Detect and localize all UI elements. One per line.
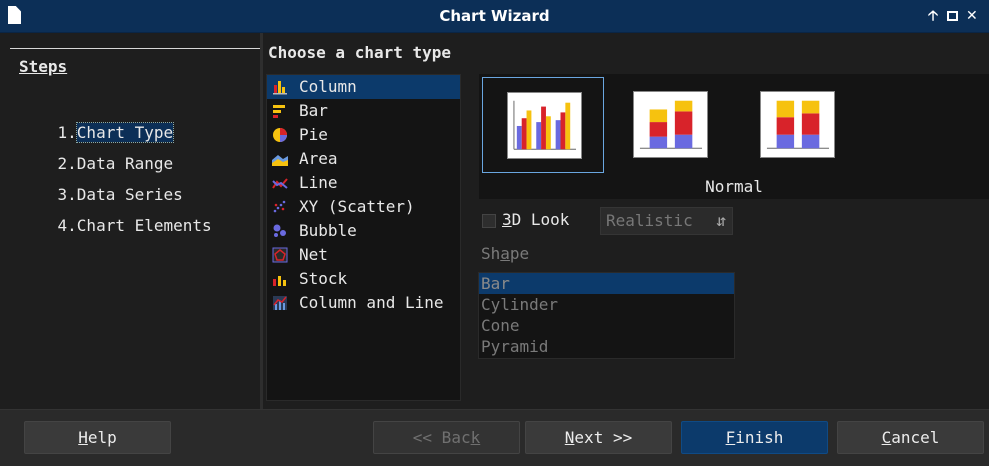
- chart-type-xy-scatter[interactable]: XY (Scatter): [267, 195, 460, 219]
- chart-type-label: XY (Scatter): [299, 197, 415, 216]
- title-bar: Chart Wizard 🡡 ✕: [0, 0, 989, 33]
- btn-text: ancel: [891, 428, 940, 447]
- btn-text: inish: [735, 428, 784, 447]
- shape-option-cone[interactable]: Cone: [479, 315, 734, 336]
- normal-column-variant[interactable]: [482, 77, 604, 173]
- 3d-look-label[interactable]: 3D Look: [502, 210, 569, 229]
- shape-option-cylinder[interactable]: Cylinder: [479, 294, 734, 315]
- chart-type-label: Line: [299, 173, 338, 192]
- bubble-chart-icon: [273, 224, 286, 237]
- chart-type-label: Column and Line: [299, 293, 444, 312]
- net-chart-icon: [272, 247, 288, 263]
- help-button[interactable]: Help: [24, 421, 171, 454]
- stacked-column-thumbnail: [633, 91, 708, 158]
- chart-type-label: Pie: [299, 125, 328, 144]
- chart-type-stock[interactable]: Stock: [267, 267, 460, 291]
- chart-type-bar[interactable]: Bar: [267, 99, 460, 123]
- chart-type-bubble[interactable]: Bubble: [267, 219, 460, 243]
- chart-type-label: Net: [299, 245, 328, 264]
- step-label: Chart Elements: [76, 216, 212, 235]
- chart-type-list[interactable]: Column Bar Pie Area Line XY (Scatter) Bu…: [266, 74, 461, 401]
- area-chart-icon: [272, 155, 288, 166]
- column-line-chart-icon: [273, 296, 287, 310]
- close-button[interactable]: ✕: [966, 7, 978, 25]
- mnemonic: k: [470, 428, 481, 447]
- steps-panel: Steps 1.Chart Type 2.Data Range 3.Data S…: [10, 33, 260, 409]
- chart-type-label: Stock: [299, 269, 348, 288]
- label-part: pe: [509, 244, 530, 263]
- btn-text: << Bac: [412, 428, 471, 447]
- next-button[interactable]: Next >>: [525, 421, 672, 454]
- 3d-look-checkbox[interactable]: [482, 214, 496, 228]
- btn-text: elp: [87, 428, 117, 447]
- chart-type-label: Bar: [299, 101, 328, 120]
- chart-type-label: Bubble: [299, 221, 357, 240]
- line-chart-icon: [272, 178, 288, 189]
- percent-stacked-column-thumbnail: [760, 91, 835, 158]
- spin-icon: ⇵: [716, 211, 726, 230]
- mnemonic: F: [725, 428, 736, 447]
- column-chart-icon: [273, 81, 287, 95]
- chart-type-label: Column: [299, 77, 357, 96]
- finish-button[interactable]: Finish: [681, 421, 828, 454]
- step-number: 4.: [57, 216, 77, 235]
- shape-list[interactable]: Bar Cylinder Cone Pyramid: [478, 272, 735, 359]
- stock-chart-icon: [273, 276, 286, 286]
- shape-label: Shape: [481, 244, 529, 263]
- mnemonic: 3: [502, 210, 512, 229]
- chart-type-heading: Choose a chart type: [268, 43, 452, 62]
- bar-chart-icon: [273, 105, 285, 118]
- chart-type-label: Area: [299, 149, 338, 168]
- back-button[interactable]: << Back: [373, 421, 520, 454]
- shape-option-bar[interactable]: Bar: [479, 273, 734, 294]
- steps-divider: [10, 48, 260, 49]
- steps-title: Steps: [19, 57, 68, 76]
- window-title: Chart Wizard: [439, 7, 550, 25]
- label-rest: D Look: [511, 210, 570, 229]
- mnemonic: H: [78, 428, 88, 447]
- maximize-button[interactable]: [947, 11, 958, 21]
- 3d-look-row: 3D Look Realistic ⇵: [482, 207, 782, 235]
- panel-separator: [260, 33, 263, 409]
- scatter-chart-icon: [273, 200, 286, 213]
- button-bar: Help << Back Next >> Finish Cancel: [0, 409, 989, 466]
- chart-type-line[interactable]: Line: [267, 171, 460, 195]
- variant-caption: Normal: [705, 177, 763, 196]
- mnemonic: a: [500, 244, 510, 263]
- normal-column-thumbnail: [507, 92, 582, 159]
- keep-above-button[interactable]: 🡡: [928, 7, 938, 25]
- step-chart-elements[interactable]: 4.Chart Elements: [19, 197, 212, 254]
- chart-type-area[interactable]: Area: [267, 147, 460, 171]
- percent-stacked-column-variant[interactable]: [736, 77, 858, 173]
- mnemonic: C: [881, 428, 892, 447]
- stacked-column-variant[interactable]: [609, 77, 731, 173]
- chart-type-column-and-line[interactable]: Column and Line: [267, 291, 460, 315]
- btn-text: ext >>: [574, 428, 633, 447]
- chart-type-pie[interactable]: Pie: [267, 123, 460, 147]
- select-value: Realistic: [606, 211, 693, 230]
- shape-option-pyramid[interactable]: Pyramid: [479, 336, 734, 357]
- chart-type-column[interactable]: Column: [267, 75, 460, 99]
- pie-chart-icon: [273, 128, 287, 142]
- chart-type-net[interactable]: Net: [267, 243, 460, 267]
- 3d-scheme-select[interactable]: Realistic ⇵: [600, 207, 733, 235]
- cancel-button[interactable]: Cancel: [837, 421, 984, 454]
- mnemonic: N: [564, 428, 575, 447]
- label-part: Sh: [481, 244, 501, 263]
- chart-variant-panel: Normal: [479, 74, 989, 199]
